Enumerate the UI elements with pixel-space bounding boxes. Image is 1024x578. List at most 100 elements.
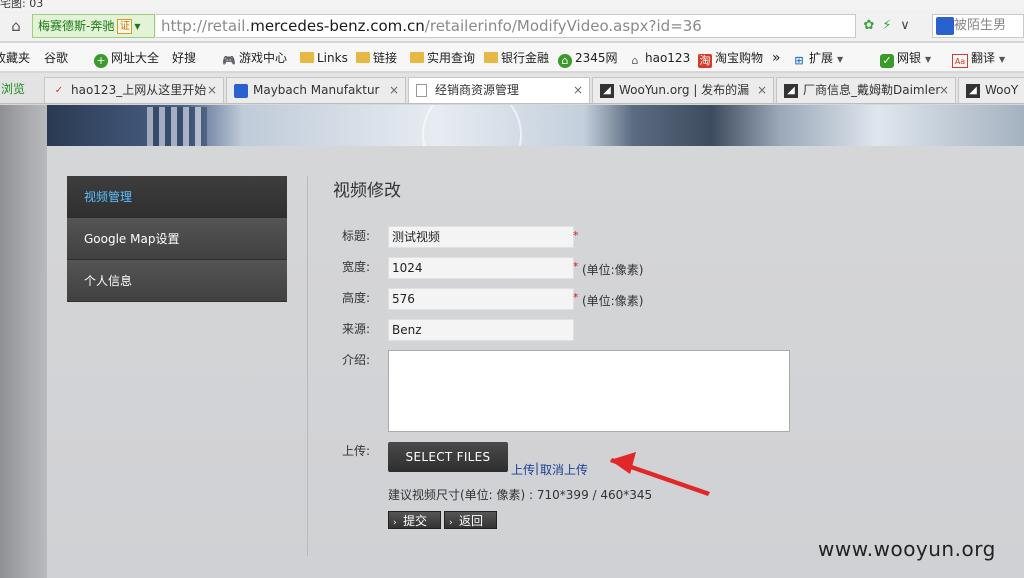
ev-certificate-badge[interactable]: 梅赛德斯-奔驰证 ▼ [32,14,155,38]
nav-item-video-management[interactable]: 视频管理 [67,176,287,218]
mercedes-star-logo [422,105,522,146]
address-bar-actions: ✿ ⚡ ∨ [860,16,920,36]
shield-icon: ✓ [880,54,894,68]
bookmarks-overflow[interactable]: » [772,49,781,67]
width-input[interactable]: 1024 [388,257,574,279]
width-unit: (单位:像素) [582,263,644,277]
intro-textarea[interactable] [388,350,790,432]
translate-icon: Aa [952,54,968,68]
house-icon: ⌂ [558,54,572,68]
bookmark-translate[interactable]: Aa 翻译 ▼ [952,49,1006,68]
url-path: /retailerinfo/ModifyVideo.aspx?id=36 [424,17,702,35]
baidu-paw-icon[interactable]: 🐾 [936,17,954,35]
bookmark-links[interactable]: Links [300,49,348,67]
link-separator: | [535,461,540,475]
required-mark: * [573,291,579,304]
nav-item-google-map-settings[interactable]: Google Map设置 [67,218,287,260]
close-icon[interactable]: × [757,78,767,103]
bookmark-hao-directory[interactable]: + 网址大全 [94,49,159,68]
folder-icon [484,52,498,63]
bookmark-google[interactable]: 谷歌 [44,49,68,67]
plus-icon: + [94,54,108,68]
url-prefix: http://retail. [161,17,251,35]
select-files-button[interactable]: SELECT FILES [388,442,508,472]
folder-icon [410,52,424,63]
refresh-icon[interactable]: ✿ [860,16,878,36]
tab-browse[interactable]: 浏览 [0,77,40,103]
certificate-icon: 证 [117,19,133,34]
page-icon [416,84,427,97]
upload-link[interactable]: 上传 [511,461,535,478]
bookmark-useful-queries[interactable]: 实用查询 [410,49,475,67]
cancel-upload-link[interactable]: 取消上传 [540,461,588,478]
chevron-down-icon[interactable]: ∨ [896,16,914,36]
nav-item-personal-info[interactable]: 个人信息 [67,260,287,302]
title-label: 标题: [342,229,371,243]
bookmark-extensions[interactable]: ⊞ 扩展 ▼ [792,49,843,67]
side-nav: 视频管理 Google Map设置 个人信息 [67,176,287,302]
close-icon[interactable]: × [207,78,217,103]
home-icon[interactable]: ⌂ [6,16,26,36]
tab-hao123[interactable]: ✓ hao123_上网从这里开始 × [44,77,224,103]
bookmark-link-folder[interactable]: 链接 [356,49,397,67]
chevron-down-icon: ▼ [999,55,1006,64]
page-title: 视频修改 [333,181,401,201]
close-icon[interactable]: × [573,78,583,103]
hao123-icon: ✓ [54,85,64,96]
submit-button[interactable]: › 提交 [388,511,441,529]
bookmark-2345[interactable]: ⌂ 2345网 [558,49,618,68]
tab-vendor-info[interactable]: ◢ 厂商信息_戴姆勒Daimler × [776,77,956,103]
required-mark: * [573,260,579,273]
bookmark-hao123[interactable]: ⌂ hao123 [628,49,691,67]
close-icon[interactable]: × [939,78,949,103]
tab-strip: 浏览 ✓ hao123_上网从这里开始 × 🐾 Maybach Manufaktur ×… [0,73,1024,104]
search-box[interactable]: 🐾 被陌生男 [932,14,1024,38]
chevron-down-icon: ▼ [837,55,844,64]
extension-icon: ⊞ [794,54,804,67]
address-bar: ⌂ 梅赛德斯-奔驰证 ▼ http://retail.mercedes-benz.… [0,10,1024,42]
bookmark-taobao[interactable]: 淘淘宝购物 [698,49,763,68]
title-input[interactable]: 测试视频 [388,226,574,248]
url-domain: mercedes-benz.com.cn [250,17,425,35]
tab-dealer-resource[interactable]: 经销商资源管理 × [408,77,590,103]
paw-icon: 🐾 [234,84,248,98]
bookmark-banking[interactable]: 银行金融 [484,49,549,67]
gamepad-icon: 🎮 [222,54,236,67]
bookmark-haosou[interactable]: 好搜 [172,49,196,67]
tab-maybach[interactable]: 🐾 Maybach Manufaktur × [226,77,406,103]
search-placeholder: 被陌生男 [954,18,1007,33]
web-page: 视频管理 Google Map设置 个人信息 视频修改 标题: 测试视频 * 宽… [0,105,1024,578]
window-title: 宅图: 03 [0,0,44,10]
url-input[interactable]: http://retail.mercedes-benz.com.cn/retai… [156,14,856,38]
chevron-down-icon: ▼ [134,21,141,31]
height-unit: (单位:像素) [582,294,644,308]
tab-wooyun[interactable]: ◢ WooYun.org | 发布的漏 × [592,77,774,103]
wooyun-icon: ◢ [966,84,980,98]
height-input[interactable]: 576 [388,288,574,310]
tab-wooyun-2[interactable]: ◢ WooY [958,77,1024,103]
window-titlebar: 宅图: 03 [0,0,1024,10]
bookmark-favorites[interactable]: 收藏夹 [0,49,30,67]
source-label: 来源: [342,322,371,336]
back-button[interactable]: › 返回 [444,511,497,529]
folder-icon [300,52,314,63]
vertical-divider [307,176,308,556]
width-label: 宽度: [342,260,371,274]
bookmark-game-center[interactable]: 🎮 游戏中心 [222,49,287,67]
chevron-down-icon: ▼ [925,55,932,64]
header-banner [47,105,1024,146]
height-label: 高度: [342,291,371,305]
page-left-gutter [0,105,47,578]
annotation-arrow-icon [610,452,710,496]
close-icon[interactable]: × [389,78,399,103]
taobao-icon: 淘 [698,54,712,68]
lightning-icon[interactable]: ⚡ [878,16,896,36]
bookmark-online-banking[interactable]: ✓ 网银 ▼ [880,49,932,68]
source-input[interactable]: Benz [388,319,574,341]
intro-label: 介绍: [342,353,371,367]
upload-label: 上传: [342,444,371,458]
bookmarks-bar: 收藏夹 谷歌 +网址大全 好搜 🎮游戏中心 Links 链接 实用查询 银行金融… [0,43,1024,72]
ev-label: 梅赛德斯-奔驰 [38,19,115,33]
folder-icon [356,52,370,63]
building-image [147,107,207,146]
